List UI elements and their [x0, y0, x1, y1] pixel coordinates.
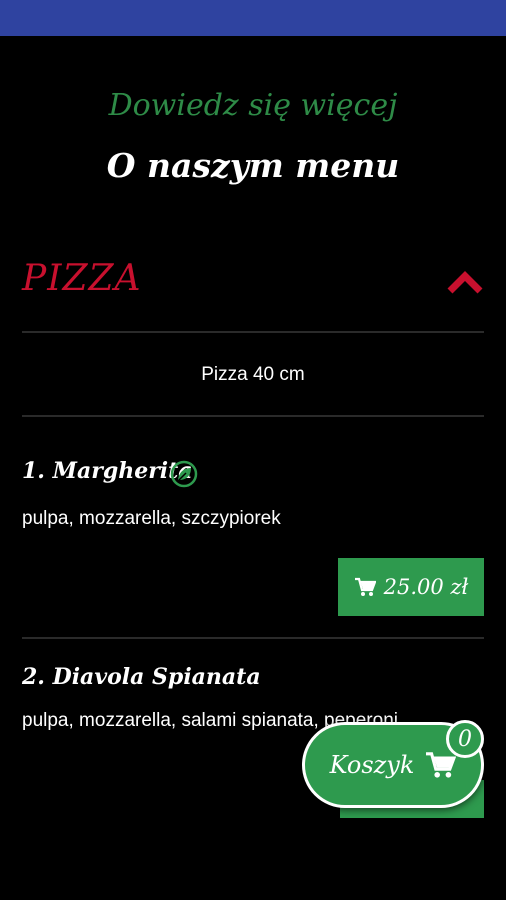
divider	[22, 331, 484, 333]
cart-icon	[354, 577, 376, 596]
status-bar	[0, 0, 506, 36]
price-label: 25.00 zł	[383, 575, 469, 599]
cart-icon	[426, 752, 457, 778]
cart-count-badge: 0	[446, 720, 484, 758]
divider	[22, 415, 484, 417]
add-to-cart-button[interactable]: 25.00 zł	[338, 558, 484, 616]
cart-label: Koszyk	[329, 751, 415, 779]
section-title: PIZZA	[22, 258, 142, 299]
menu-item-description: pulpa, mozzarella, szczypiorek	[22, 508, 281, 529]
leaf-icon	[170, 460, 198, 488]
divider	[22, 637, 484, 639]
menu-item-name: 1. Margherita	[22, 458, 193, 484]
pizza-size-label: Pizza 40 cm	[201, 364, 305, 385]
header-subtitle: Dowiedz się więcej	[108, 88, 398, 123]
chevron-up-icon[interactable]	[446, 270, 484, 294]
page-title: O naszym menu	[106, 146, 400, 185]
pizza-section-header[interactable]: PIZZA	[22, 258, 484, 308]
menu-item-name: 2. Diavola Spianata	[22, 664, 261, 690]
